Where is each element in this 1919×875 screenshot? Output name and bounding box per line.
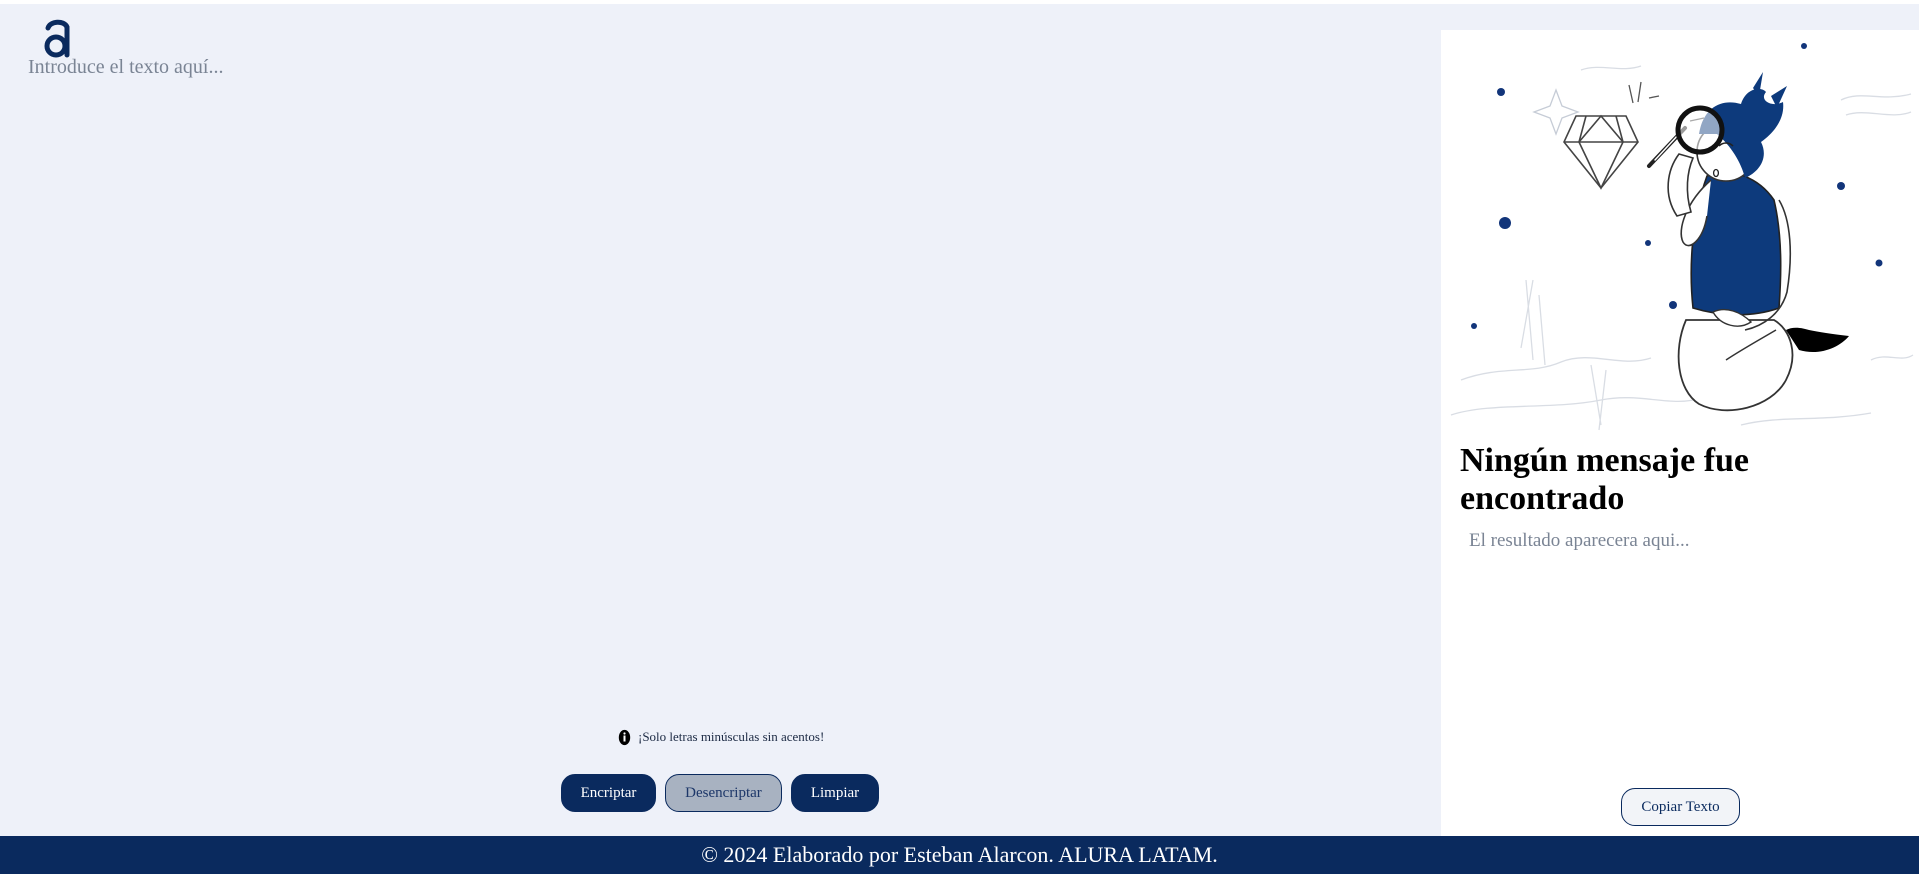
footer-text: © 2024 Elaborado por Esteban Alarcon. AL…: [701, 842, 1218, 867]
decrypt-button[interactable]: Desencriptar: [665, 774, 782, 812]
encrypt-button[interactable]: Encriptar: [561, 774, 656, 812]
text-input[interactable]: [28, 56, 1408, 696]
footer: © 2024 Elaborado por Esteban Alarcon. AL…: [0, 836, 1919, 874]
copy-text-button[interactable]: Copiar Texto: [1621, 788, 1740, 826]
hint-text: ¡Solo letras minúsculas sin acentos!: [638, 729, 825, 744]
alura-logo-icon[interactable]: [40, 18, 74, 60]
hint-message: ¡Solo letras minúsculas sin acentos!: [618, 726, 824, 748]
result-title: Ningún mensaje fue encontrado: [1460, 442, 1750, 517]
boy-with-magnifying-glass-illustration: [1450, 43, 1914, 431]
result-text: El resultado aparecera aqui...: [1469, 530, 1690, 551]
clear-button[interactable]: Limpiar: [791, 774, 879, 812]
result-panel: Ningún mensaje fue encontrado El resulta…: [1441, 30, 1919, 840]
info-icon: [618, 729, 631, 745]
main-page: ¡Solo letras minúsculas sin acentos! Enc…: [0, 4, 1919, 840]
